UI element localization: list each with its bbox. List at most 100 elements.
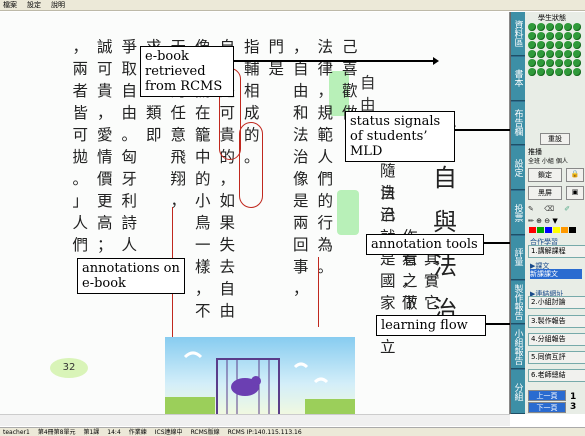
student-status-dot[interactable] (546, 23, 554, 31)
flow-step-3[interactable]: 3.製作報告 (528, 315, 585, 328)
student-status-dot[interactable] (546, 32, 554, 40)
tab-resources[interactable]: 資料區 (511, 12, 525, 56)
tab-group-report[interactable]: 小組報告 (511, 325, 525, 370)
student-status-dot[interactable] (564, 41, 572, 49)
tab-vote[interactable]: 投票 (511, 191, 525, 235)
reset-button[interactable]: 重設 (540, 133, 570, 145)
status-user: teacher1 (3, 429, 30, 436)
student-status-dot[interactable] (573, 32, 581, 40)
tab-board[interactable]: 布告欄 (511, 101, 525, 146)
tab-assessment[interactable]: 評量 (511, 235, 525, 280)
color-swatch-red[interactable] (529, 227, 536, 233)
flow-step-2[interactable]: 2.小組討論 (528, 296, 585, 309)
callout-annotations: annotations on e-book (77, 258, 185, 294)
color-swatch-black[interactable] (569, 227, 576, 233)
student-status-dot[interactable] (537, 32, 545, 40)
callout-arrow (455, 126, 523, 133)
student-status-dot[interactable] (573, 41, 581, 49)
menu-item-help[interactable]: 說明 (51, 0, 65, 10)
eraser-icon[interactable]: ⌫ (544, 205, 554, 213)
ebook-text-right: 自由 (357, 72, 380, 116)
student-status-dot[interactable] (537, 59, 545, 67)
student-status-dot[interactable] (555, 23, 563, 31)
student-status-dot[interactable] (564, 32, 572, 40)
student-status-dot[interactable] (537, 23, 545, 31)
student-status-dot[interactable] (546, 68, 554, 76)
monitor-icon: ▣ (571, 188, 579, 196)
student-status-dot[interactable] (573, 23, 581, 31)
lesson-value[interactable]: 新課課文 (530, 269, 582, 279)
color-swatch-blue[interactable] (545, 227, 552, 233)
student-status-dot[interactable] (573, 68, 581, 76)
status-bar: teacher1 第4冊第8單元 第1課 14:4 作業練 ICS連線中 RCM… (0, 427, 585, 436)
student-status-dot[interactable] (546, 41, 554, 49)
student-status-dot[interactable] (573, 50, 581, 58)
zoom-in-icon[interactable]: ⊕ (536, 217, 542, 225)
screen-icon-button[interactable]: ▣ (566, 186, 584, 200)
annotation-underline (318, 257, 319, 327)
color-swatch-yellow[interactable] (553, 227, 560, 233)
student-status-dot[interactable] (564, 50, 572, 58)
tab-report[interactable]: 製作報告 (511, 280, 525, 325)
next-page-label: 下一頁 (536, 404, 558, 412)
flow-step-5[interactable]: 5.同儕互評 (528, 351, 585, 364)
student-status-dot[interactable] (537, 41, 545, 49)
callout-flow: learning flow (376, 315, 486, 336)
blank-screen-button[interactable]: 黑屏 (528, 186, 562, 200)
student-status-dot[interactable] (528, 59, 536, 67)
student-status-dot[interactable] (564, 59, 572, 67)
pencil-icon[interactable]: ✎ (528, 205, 534, 213)
student-status-dot[interactable] (528, 32, 536, 40)
status-lesson: 第1課 (83, 429, 100, 436)
student-status-dot[interactable] (546, 59, 554, 67)
student-status-dot[interactable] (546, 50, 554, 58)
student-status-dot[interactable] (537, 68, 545, 76)
callout-status: status signals of students’ MLD (345, 111, 455, 162)
ebook-page[interactable]: 己喜歡做 法律，規範人們的行為。 ，自由和法治像是兩回事， 門是 指輔相成的。 … (0, 12, 510, 414)
tab-settings[interactable]: 設定 (511, 146, 525, 191)
highlighter-icon[interactable]: ✐ (564, 205, 570, 213)
zoom-tools: ✏ ⊕ ⊖ ▼ (528, 217, 558, 225)
student-status-dot[interactable] (555, 32, 563, 40)
prev-page-button[interactable]: 上一頁 (528, 390, 566, 401)
flow-step-6[interactable]: 6.老師總結 (528, 369, 585, 382)
student-status-dot[interactable] (555, 41, 563, 49)
student-status-dot[interactable] (573, 59, 581, 67)
recommend-options[interactable]: 全班 小組 個人 (528, 156, 568, 165)
student-status-dot[interactable] (528, 23, 536, 31)
color-swatch-orange[interactable] (561, 227, 568, 233)
dropdown-icon[interactable]: ▼ (552, 217, 557, 225)
lock-icon-button[interactable]: 🔒 (566, 168, 584, 182)
student-status-dot[interactable] (555, 59, 563, 67)
student-status-dot[interactable] (528, 41, 536, 49)
student-status-dot[interactable] (564, 68, 572, 76)
menu-item-settings[interactable]: 設定 (27, 0, 41, 10)
panel-content: 學生狀態 重設 推播 全班 小組 個人 鎖定 🔒 黑屏 ▣ ✎ ⌫ ✐ ✏ ⊕ … (526, 12, 585, 414)
student-status-dot[interactable] (537, 50, 545, 58)
lock-icon: 🔒 (570, 170, 580, 178)
page-indicator: 1 3 (570, 392, 576, 412)
status-ics: ICS連線中 (154, 429, 183, 436)
zoom-out-icon[interactable]: ⊖ (544, 217, 550, 225)
menu-item-file[interactable]: 檔案 (3, 0, 17, 10)
tab-grouping[interactable]: 分組 (511, 370, 525, 415)
lock-button[interactable]: 鎖定 (528, 168, 562, 182)
highlighted-phrase: 自由 (359, 74, 376, 114)
status-volume: 第4冊第8單元 (37, 429, 76, 436)
ebook-text-right-6: 隨自己 (377, 160, 400, 226)
student-status-dot[interactable] (564, 23, 572, 31)
highlight-pen-icon[interactable]: ✏ (528, 217, 534, 225)
annotation-circle (239, 122, 263, 208)
student-status-dot[interactable] (555, 68, 563, 76)
student-status-dot[interactable] (555, 50, 563, 58)
flow-step-1[interactable]: 1.講解課程 (528, 245, 585, 258)
horizontal-scrollbar[interactable] (0, 414, 510, 426)
student-status-dot[interactable] (528, 50, 536, 58)
next-page-button[interactable]: 下一頁 (528, 402, 566, 413)
flow-step-4[interactable]: 4.分組報告 (528, 333, 585, 346)
color-swatch-green[interactable] (537, 227, 544, 233)
callout-tools: annotation tools (366, 234, 484, 255)
tab-book[interactable]: 書本 (511, 56, 525, 101)
student-status-dot[interactable] (528, 68, 536, 76)
prev-page-label: 上一頁 (536, 392, 558, 400)
